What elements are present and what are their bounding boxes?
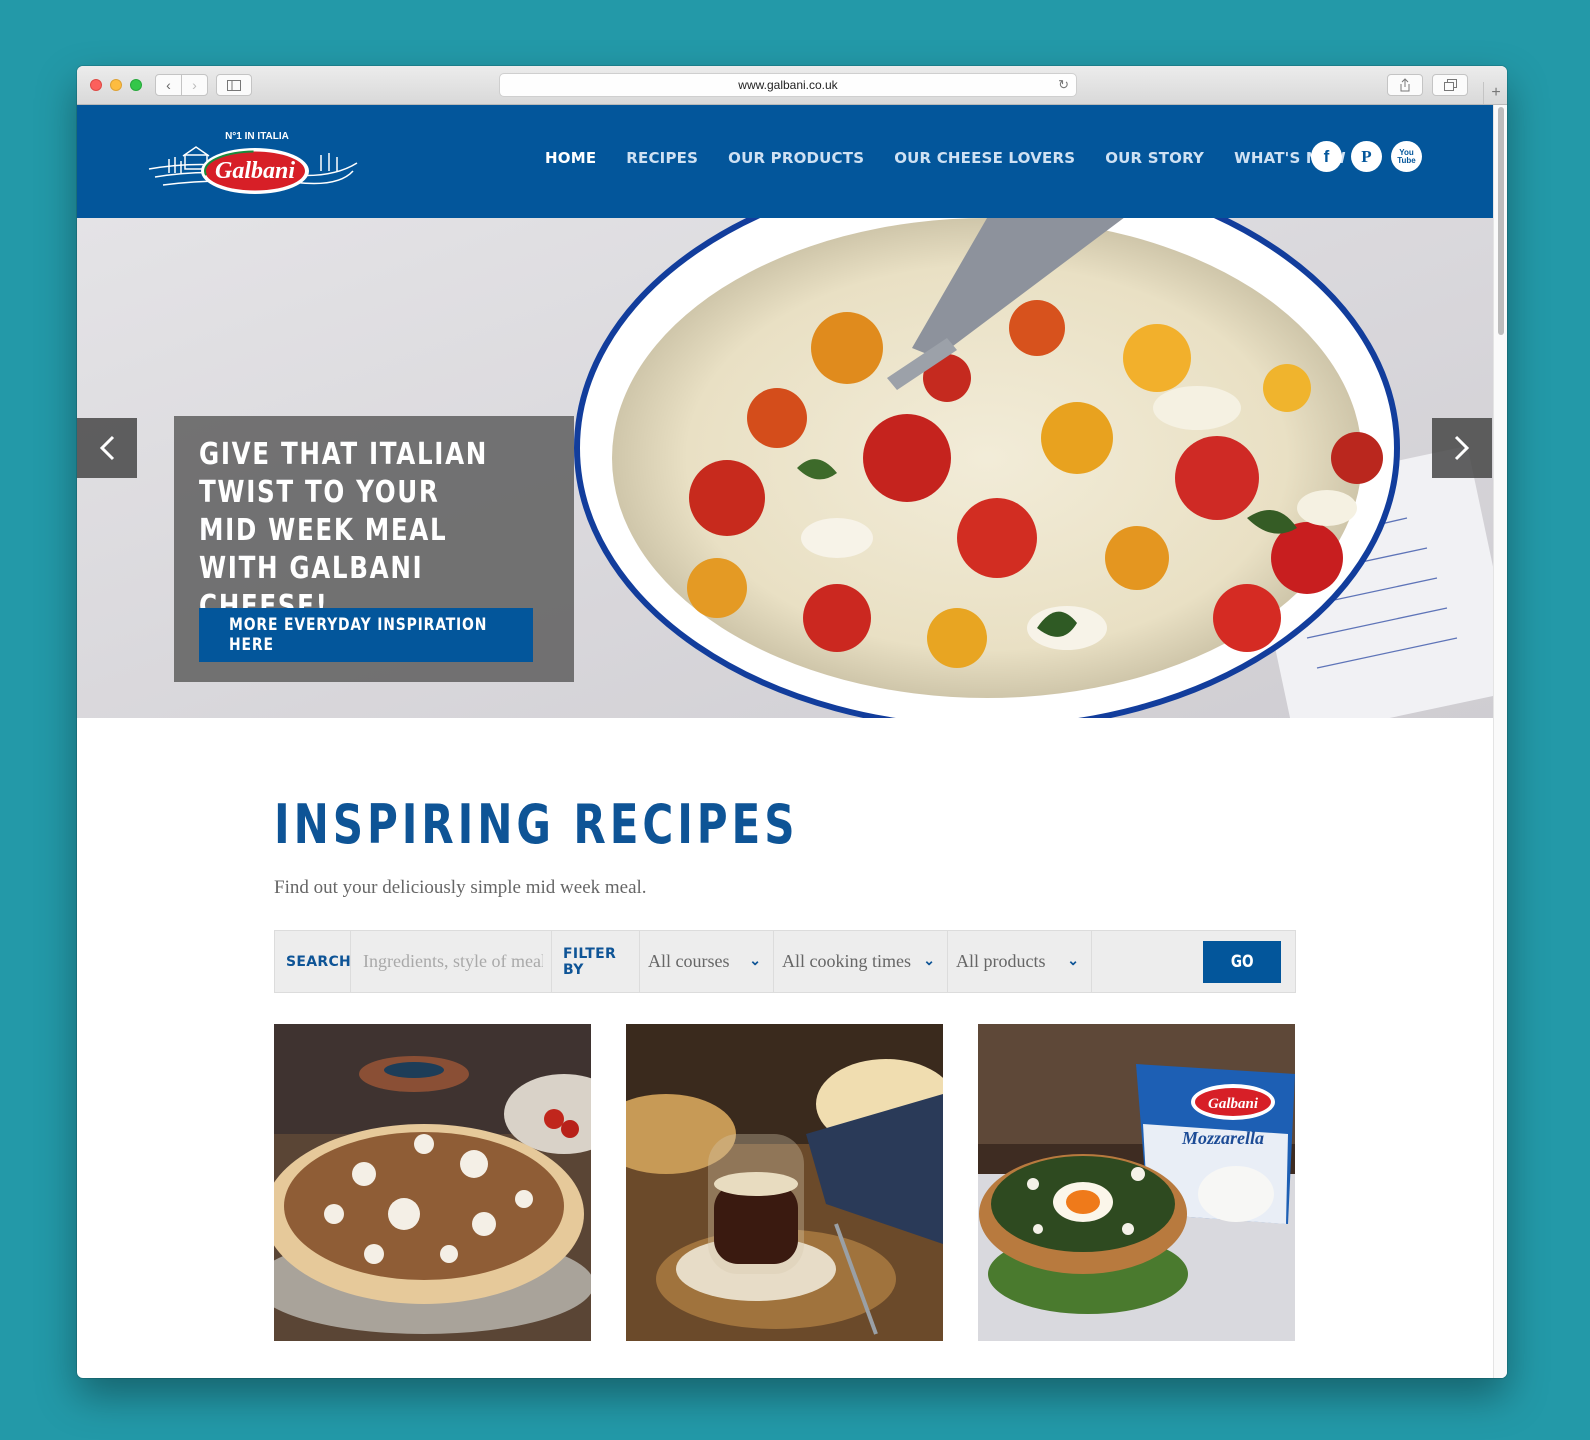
show-tabs-button[interactable] — [1432, 74, 1468, 96]
chevron-right-icon: › — [192, 77, 197, 93]
forward-button[interactable]: › — [181, 74, 208, 96]
pack-brand: Galbani — [1208, 1096, 1259, 1112]
nav-our-story[interactable]: OUR STORY — [1105, 149, 1204, 167]
recipe-search-bar: SEARCH FILTER BY All courses ⌄ All cooki… — [274, 930, 1296, 993]
share-button[interactable] — [1387, 74, 1423, 96]
new-tab-button[interactable]: + — [1483, 82, 1507, 104]
galbani-logo[interactable]: Galbani N°1 IN ITALIA — [145, 119, 360, 201]
tabs-icon — [1443, 79, 1457, 91]
page-scrollbar[interactable] — [1493, 105, 1507, 1378]
hero-headline: GIVE THAT ITALIAN TWIST TO YOUR MID WEEK… — [199, 437, 488, 624]
section-subtitle: Find out your deliciously simple mid wee… — [274, 877, 647, 898]
browser-window: ‹ › www.galbani.co.uk ↻ + Galbani N°1 IN… — [77, 66, 1507, 1378]
logo-graphic: Galbani N°1 IN ITALIA — [148, 131, 358, 194]
browser-toolbar: ‹ › www.galbani.co.uk ↻ + — [77, 66, 1507, 105]
facebook-icon[interactable]: f — [1311, 141, 1342, 172]
chevron-left-icon — [99, 435, 115, 461]
logo-tagline: N°1 IN ITALIA — [225, 131, 289, 142]
nav-our-cheese-lovers[interactable]: OUR CHEESE LOVERS — [894, 149, 1075, 167]
main-nav: HOME RECIPES OUR PRODUCTS OUR CHEESE LOV… — [545, 149, 1376, 167]
chevron-right-icon — [1454, 435, 1470, 461]
url-text: www.galbani.co.uk — [738, 78, 838, 92]
logo-wordmark: Galbani — [215, 158, 295, 184]
courses-value: All courses — [648, 951, 730, 971]
chevron-left-icon: ‹ — [166, 77, 171, 93]
pack-product-name: Mozzarella — [1181, 1128, 1264, 1148]
sidebar-toggle-button[interactable] — [216, 74, 252, 96]
chevron-down-icon: ⌄ — [923, 954, 935, 969]
tart-mozzarella-image: Galbani Mozzarella — [978, 1024, 1295, 1341]
zoom-window-button[interactable] — [130, 79, 142, 91]
search-input-cell — [351, 931, 552, 992]
search-input[interactable] — [361, 950, 545, 973]
back-button[interactable]: ‹ — [155, 74, 182, 96]
minimize-window-button[interactable] — [110, 79, 122, 91]
recipe-card-dessert[interactable] — [626, 1024, 943, 1341]
reload-icon[interactable]: ↻ — [1058, 77, 1069, 93]
youtube-icon[interactable]: You Tube — [1391, 141, 1422, 172]
carousel-prev-button[interactable] — [77, 418, 137, 478]
go-button[interactable]: GO — [1203, 941, 1281, 983]
hero-cta-button[interactable]: MORE EVERYDAY INSPIRATION HERE — [199, 608, 533, 662]
sidebar-icon — [227, 79, 241, 91]
web-page: Galbani N°1 IN ITALIA HOME RECIPES OUR P… — [77, 105, 1493, 1378]
cooking-times-value: All cooking times — [782, 951, 911, 971]
recipe-card-tart[interactable]: Galbani Mozzarella — [978, 1024, 1295, 1341]
dessert-jar-image — [626, 1024, 943, 1341]
pinterest-icon[interactable]: P — [1351, 141, 1382, 172]
site-header: Galbani N°1 IN ITALIA HOME RECIPES OUR P… — [77, 105, 1493, 218]
share-icon — [1400, 78, 1410, 92]
nav-home[interactable]: HOME — [545, 149, 596, 167]
hero-caption: GIVE THAT ITALIAN TWIST TO YOUR MID WEEK… — [174, 416, 574, 682]
section-title: INSPIRING RECIPES — [274, 793, 799, 856]
recipe-card-pizza[interactable] — [274, 1024, 591, 1341]
carousel-next-button[interactable] — [1432, 418, 1492, 478]
products-select[interactable]: All products ⌄ — [948, 931, 1092, 992]
search-label: SEARCH — [275, 931, 351, 992]
chevron-down-icon: ⌄ — [749, 954, 761, 969]
cooking-times-select[interactable]: All cooking times ⌄ — [774, 931, 948, 992]
scrollbar-thumb[interactable] — [1498, 107, 1504, 335]
social-links: f P You Tube — [1311, 141, 1431, 172]
chevron-down-icon: ⌄ — [1067, 954, 1079, 969]
products-value: All products — [956, 951, 1046, 971]
pizza-image — [274, 1024, 591, 1341]
address-bar[interactable]: www.galbani.co.uk ↻ — [499, 73, 1077, 97]
hero-carousel: GIVE THAT ITALIAN TWIST TO YOUR MID WEEK… — [77, 218, 1493, 718]
close-window-button[interactable] — [90, 79, 102, 91]
courses-select[interactable]: All courses ⌄ — [640, 931, 774, 992]
filter-label: FILTER BY — [552, 931, 640, 992]
nav-recipes[interactable]: RECIPES — [626, 149, 698, 167]
nav-our-products[interactable]: OUR PRODUCTS — [728, 149, 864, 167]
